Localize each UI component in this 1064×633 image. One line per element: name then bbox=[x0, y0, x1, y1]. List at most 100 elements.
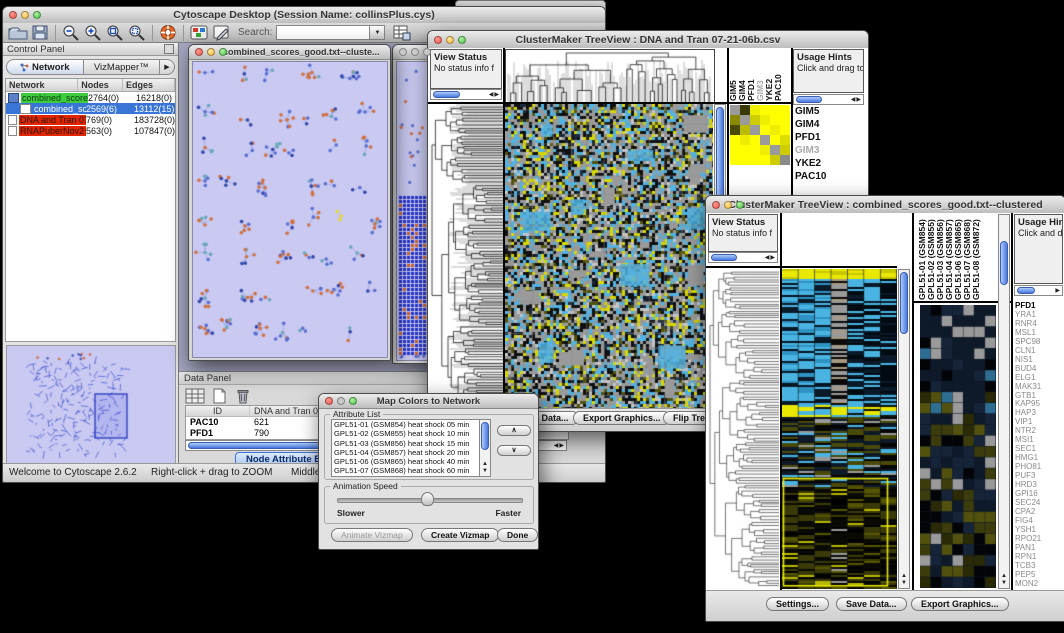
search-input[interactable] bbox=[276, 25, 370, 40]
move-up-button[interactable]: ∧ bbox=[497, 425, 531, 436]
tv2-status-hscrollbar[interactable]: ◀▶ bbox=[708, 252, 778, 263]
list-item[interactable]: GPL51-07 (GSM868) heat shock 60 min bbox=[334, 466, 480, 475]
list-item[interactable]: GPL51-02 (GSM855) bbox=[927, 214, 936, 300]
list-item[interactable]: GIM3 bbox=[795, 144, 864, 157]
minimize-button[interactable] bbox=[411, 48, 419, 56]
list-item[interactable]: MON2 bbox=[1015, 580, 1063, 589]
list-item[interactable]: GIM4 bbox=[795, 118, 864, 131]
tv1-export-graphics-button[interactable]: Export Graphics... bbox=[573, 411, 671, 425]
tv2-heatmap-canvas[interactable] bbox=[782, 269, 897, 589]
vizmapper-icon[interactable] bbox=[188, 24, 210, 41]
move-down-button[interactable]: ∨ bbox=[497, 445, 531, 456]
list-item[interactable]: GIM4 bbox=[738, 49, 747, 101]
minimize-button[interactable] bbox=[21, 11, 29, 19]
list-item[interactable]: GPL51-01 (GSM854) heat shock 05 min bbox=[334, 420, 480, 429]
search-dropdown-button[interactable]: ▼ bbox=[370, 25, 385, 40]
treeview2-titlebar[interactable]: ClusterMaker TreeView : combined_scores_… bbox=[706, 196, 1064, 214]
list-item[interactable]: GPL51-08 (GSM872) bbox=[972, 214, 981, 300]
animate-vizmap-button[interactable]: Animate Vizmap bbox=[331, 528, 413, 542]
minimize-button[interactable] bbox=[446, 36, 454, 44]
zoom-button[interactable] bbox=[33, 11, 41, 19]
attribute-list-vscrollbar[interactable]: ▲▼ bbox=[479, 419, 491, 477]
tv2-row-dendrogram[interactable] bbox=[708, 269, 779, 589]
new-attribute-icon[interactable] bbox=[209, 388, 229, 404]
tv2-gene-list[interactable]: PFD1YRA1RNR4MSL1SPC98CLN1NIS1BUD4ELG1MAK… bbox=[1015, 302, 1063, 589]
close-button[interactable] bbox=[325, 397, 333, 405]
tv2-hints-hscrollbar[interactable]: ▶ bbox=[1014, 285, 1063, 296]
zoom-out-icon[interactable] bbox=[60, 24, 82, 41]
tv1-cluster-matrix[interactable] bbox=[730, 105, 790, 165]
birdseye-view-canvas[interactable] bbox=[6, 345, 176, 465]
minimize-button[interactable] bbox=[724, 201, 732, 209]
zoom-button[interactable] bbox=[736, 201, 744, 209]
zoom-fit-icon[interactable] bbox=[126, 24, 148, 41]
list-item[interactable]: GPL51-04 (GSM857) heat shock 20 min bbox=[334, 448, 480, 457]
list-item[interactable]: GPL51-07 (GSM868) bbox=[963, 214, 972, 300]
tv2-zoom-submatrix-canvas[interactable] bbox=[920, 305, 996, 588]
tv2-settings-button[interactable]: Settings... bbox=[766, 597, 829, 611]
list-item[interactable]: GIM5 bbox=[795, 105, 864, 118]
tv1-hints-hscrollbar[interactable]: ◀▶ bbox=[793, 94, 864, 105]
list-item[interactable]: GPL51-01 (GSM854) bbox=[918, 214, 927, 300]
minimize-button[interactable] bbox=[337, 397, 345, 405]
float-panel-icon[interactable] bbox=[164, 44, 174, 54]
zoom-button[interactable] bbox=[458, 36, 466, 44]
delete-attribute-icon[interactable] bbox=[233, 388, 253, 404]
done-button[interactable]: Done bbox=[497, 528, 538, 542]
network-tree-row[interactable]: RNAPuberNov2+|563(0)107847(0) bbox=[6, 125, 175, 136]
list-item[interactable]: GPL51-04 (GSM857) bbox=[945, 214, 954, 300]
list-item[interactable]: GPL51-06 (GSM865) heat shock 40 min bbox=[334, 457, 480, 466]
list-item[interactable]: GPL51-06 (GSM865) bbox=[954, 214, 963, 300]
zoom-selected-icon[interactable] bbox=[104, 24, 126, 41]
close-button[interactable] bbox=[712, 201, 720, 209]
tv1-heatmap-canvas[interactable] bbox=[505, 104, 713, 409]
close-button[interactable] bbox=[434, 36, 442, 44]
main-titlebar[interactable]: Cytoscape Desktop (Session Name: collins… bbox=[3, 7, 605, 24]
tv1-row-dendrogram[interactable] bbox=[430, 104, 503, 409]
minimize-button[interactable] bbox=[207, 48, 215, 56]
tv2-save-data-button[interactable]: Save Data... bbox=[836, 597, 907, 611]
list-item[interactable]: YKE2 bbox=[795, 157, 864, 170]
open-file-icon[interactable] bbox=[7, 24, 29, 41]
attribute-list[interactable]: GPL51-01 (GSM854) heat shock 05 minGPL51… bbox=[331, 419, 481, 477]
zoom-in-icon[interactable] bbox=[82, 24, 104, 41]
list-item[interactable]: GPL51-03 (GSM856) heat shock 15 min bbox=[334, 439, 480, 448]
list-item[interactable]: PFD1 bbox=[747, 49, 756, 101]
zoom-button[interactable] bbox=[349, 397, 357, 405]
list-item[interactable]: GPL51-03 (GSM856) bbox=[936, 214, 945, 300]
close-button[interactable] bbox=[399, 48, 407, 56]
tv2-heatmap-vscrollbar[interactable]: ▲▼ bbox=[898, 269, 910, 589]
dialog-titlebar[interactable]: Map Colors to Network bbox=[319, 394, 538, 409]
tab-network[interactable]: Network bbox=[6, 59, 84, 75]
network1-titlebar[interactable]: combined_scores_good.txt--cluste... bbox=[189, 45, 390, 60]
network1-canvas[interactable] bbox=[192, 61, 388, 358]
list-item[interactable]: PAC10 bbox=[774, 49, 783, 101]
tv2-submatrix-vscrollbar[interactable]: ▲▼ bbox=[998, 214, 1010, 589]
speed-slider-thumb[interactable] bbox=[421, 492, 434, 506]
close-button[interactable] bbox=[9, 11, 17, 19]
tv1-column-dendrogram[interactable] bbox=[505, 49, 715, 103]
help-lifering-icon[interactable] bbox=[157, 24, 179, 41]
window-controls[interactable] bbox=[9, 11, 41, 19]
network-tree-row[interactable]: combined_scores2764(0)16218(0) bbox=[6, 92, 175, 103]
save-icon[interactable] bbox=[29, 24, 51, 41]
list-item[interactable]: PFD1 bbox=[795, 131, 864, 144]
network-tree-row[interactable]: combined_sco2569(6)13112(15) bbox=[6, 103, 175, 114]
treeview1-titlebar[interactable]: ClusterMaker TreeView : DNA and Tran 07-… bbox=[428, 31, 868, 49]
list-item[interactable]: GIM5 bbox=[729, 49, 738, 101]
zoom-button[interactable] bbox=[219, 48, 227, 56]
tab-overflow-button[interactable]: ▶ bbox=[160, 59, 175, 75]
tv1-status-hscrollbar[interactable]: ◀▶ bbox=[430, 89, 502, 100]
annotation-icon[interactable] bbox=[210, 24, 232, 41]
list-item[interactable]: PAC10 bbox=[795, 170, 864, 183]
tv2-export-graphics-button[interactable]: Export Graphics... bbox=[911, 597, 1009, 611]
list-item[interactable]: GIM3 bbox=[756, 49, 765, 101]
import-table-icon[interactable] bbox=[390, 24, 412, 41]
zoom-button[interactable] bbox=[423, 48, 431, 56]
network-tree-row[interactable]: DNA and Tran 07769(0)183728(0) bbox=[6, 114, 175, 125]
list-item[interactable]: YKE2 bbox=[765, 49, 774, 101]
create-vizmap-button[interactable]: Create Vizmap bbox=[421, 528, 499, 542]
tab-vizmapper[interactable]: VizMapper™ bbox=[84, 59, 161, 75]
list-item[interactable]: GPL51-02 (GSM855) heat shock 10 min bbox=[334, 429, 480, 438]
attribute-table-icon[interactable] bbox=[185, 388, 205, 404]
